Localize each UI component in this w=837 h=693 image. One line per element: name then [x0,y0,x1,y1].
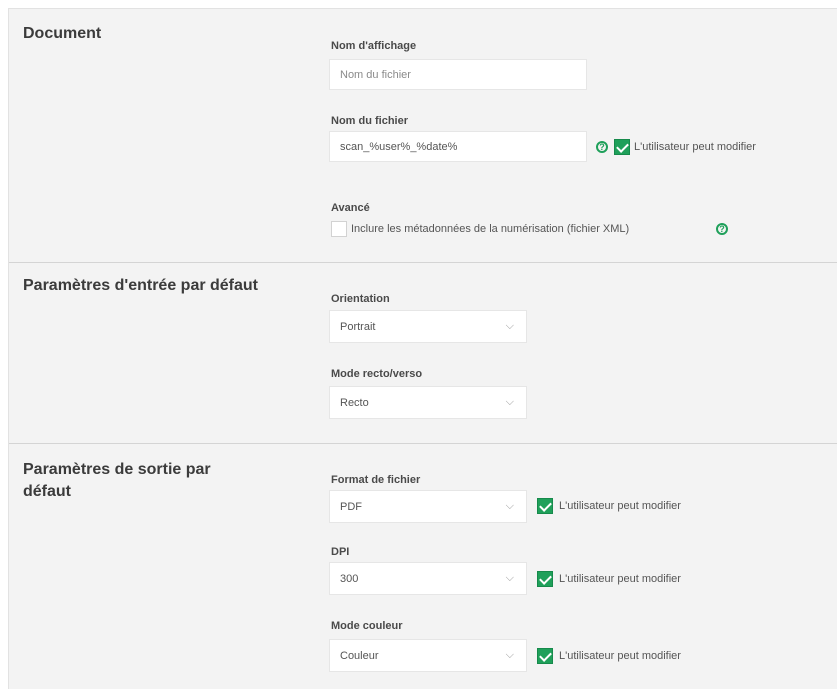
chevron-down-icon: ⌵ [505,320,514,332]
section-title-document: Document [23,25,102,42]
dpi-user-can-modify-checkbox[interactable] [537,571,553,587]
dpi-value: 300 [340,573,359,585]
dpi-label: DPI [331,546,350,558]
help-circle-icon[interactable]: ? [596,141,608,153]
file-format-user-can-modify-label: L'utilisateur peut modifier [559,500,681,512]
duplex-value: Recto [340,397,369,409]
file-format-label: Format de fichier [331,474,421,486]
advanced-label: Avancé [331,202,370,214]
duplex-select[interactable]: Recto ⌵ [329,386,527,419]
metadata-label: Inclure les métadonnées de la numérisati… [351,223,630,235]
section-title-input-defaults: Paramètres d'entrée par défaut [23,277,259,294]
dpi-user-can-modify-label: L'utilisateur peut modifier [559,573,681,585]
settings-panel: Document Nom d'affichage Nom du fichier … [8,8,837,689]
duplex-label: Mode recto/verso [331,368,423,380]
chevron-down-icon: ⌵ [505,572,514,584]
display-name-label: Nom d'affichage [331,40,417,52]
display-name-input[interactable] [329,59,587,90]
file-name-input[interactable] [329,131,587,162]
metadata-checkbox[interactable] [331,221,347,237]
file-name-user-can-modify-label: L'utilisateur peut modifier [634,141,756,153]
color-mode-value: Couleur [340,650,379,662]
file-name-label: Nom du fichier [331,115,409,127]
section-title-output-defaults: Paramètres de sortie par défaut [23,461,211,500]
file-format-value: PDF [340,501,362,513]
color-mode-user-can-modify-label: L'utilisateur peut modifier [559,650,681,662]
color-mode-user-can-modify-checkbox[interactable] [537,648,553,664]
color-mode-select[interactable]: Couleur ⌵ [329,639,527,672]
orientation-label: Orientation [331,293,390,305]
orientation-select[interactable]: Portrait ⌵ [329,310,527,343]
section-divider [9,443,837,444]
help-circle-icon[interactable]: ? [716,223,728,235]
chevron-down-icon: ⌵ [505,649,514,661]
color-mode-label: Mode couleur [331,620,403,632]
chevron-down-icon: ⌵ [505,396,514,408]
file-format-select[interactable]: PDF ⌵ [329,490,527,523]
orientation-value: Portrait [340,321,376,333]
dpi-select[interactable]: 300 ⌵ [329,562,527,595]
chevron-down-icon: ⌵ [505,500,514,512]
file-format-user-can-modify-checkbox[interactable] [537,498,553,514]
file-name-user-can-modify-checkbox[interactable] [614,139,630,155]
section-divider [9,262,837,263]
